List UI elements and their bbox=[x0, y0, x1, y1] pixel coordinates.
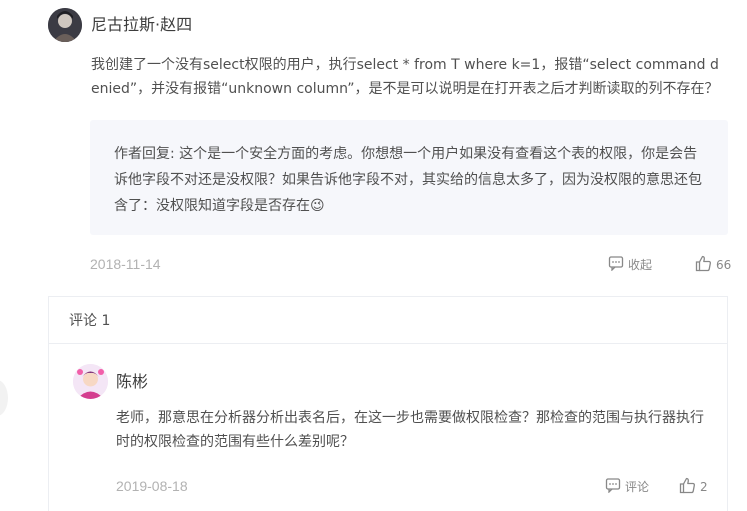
avatar[interactable] bbox=[48, 8, 82, 42]
comment-text: 老师，那意思在分析器分析出表名后，在这一步也需要做权限检查？那检查的范围与执行器… bbox=[116, 410, 704, 450]
sub-comments-header: 评论 1 bbox=[49, 297, 727, 344]
comment-button[interactable]: 评论 bbox=[605, 477, 649, 496]
like-count: 66 bbox=[716, 258, 732, 272]
like-button[interactable]: 2 bbox=[679, 477, 708, 497]
author-reply-box: 作者回复: 这个是一个安全方面的考虑。你想想一个用户如果没有查看这个表的权限，你… bbox=[90, 120, 728, 235]
thumbs-up-icon bbox=[695, 255, 712, 275]
like-count: 2 bbox=[700, 480, 708, 494]
avatar[interactable] bbox=[73, 364, 108, 399]
thumbs-up-icon bbox=[679, 477, 696, 497]
like-button[interactable]: 66 bbox=[695, 255, 731, 275]
scroll-side-handle[interactable] bbox=[0, 380, 8, 416]
comment-date: 2018-11-14 bbox=[90, 256, 161, 272]
comment-label: 评论 bbox=[625, 480, 650, 494]
avatar-image bbox=[73, 364, 108, 399]
comment-bubble-icon bbox=[608, 255, 624, 274]
comment-page: 尼古拉斯·赵四 我创建了一个没有select权限的用户，执行select * f… bbox=[0, 0, 747, 511]
avatar-image bbox=[48, 8, 82, 42]
collapse-button[interactable]: 收起 bbox=[608, 255, 652, 274]
comment-bubble-icon bbox=[605, 477, 621, 496]
sub-comments-panel: 评论 1 陈彬 老师，那意思在分析器分析出表名后，在这一步也需要做权限检查？那检… bbox=[48, 296, 728, 511]
collapse-label: 收起 bbox=[628, 258, 653, 272]
comment-text: 我创建了一个没有select权限的用户，执行select * from T wh… bbox=[91, 57, 719, 97]
author-name[interactable]: 陈彬 bbox=[116, 371, 148, 393]
author-name[interactable]: 尼古拉斯·赵四 bbox=[91, 14, 192, 36]
comment-date: 2019-08-18 bbox=[116, 478, 188, 494]
author-reply-text: 作者回复: 这个是一个安全方面的考虑。你想想一个用户如果没有查看这个表的权限，你… bbox=[114, 146, 702, 214]
sub-comments-title: 评论 1 bbox=[69, 313, 111, 329]
